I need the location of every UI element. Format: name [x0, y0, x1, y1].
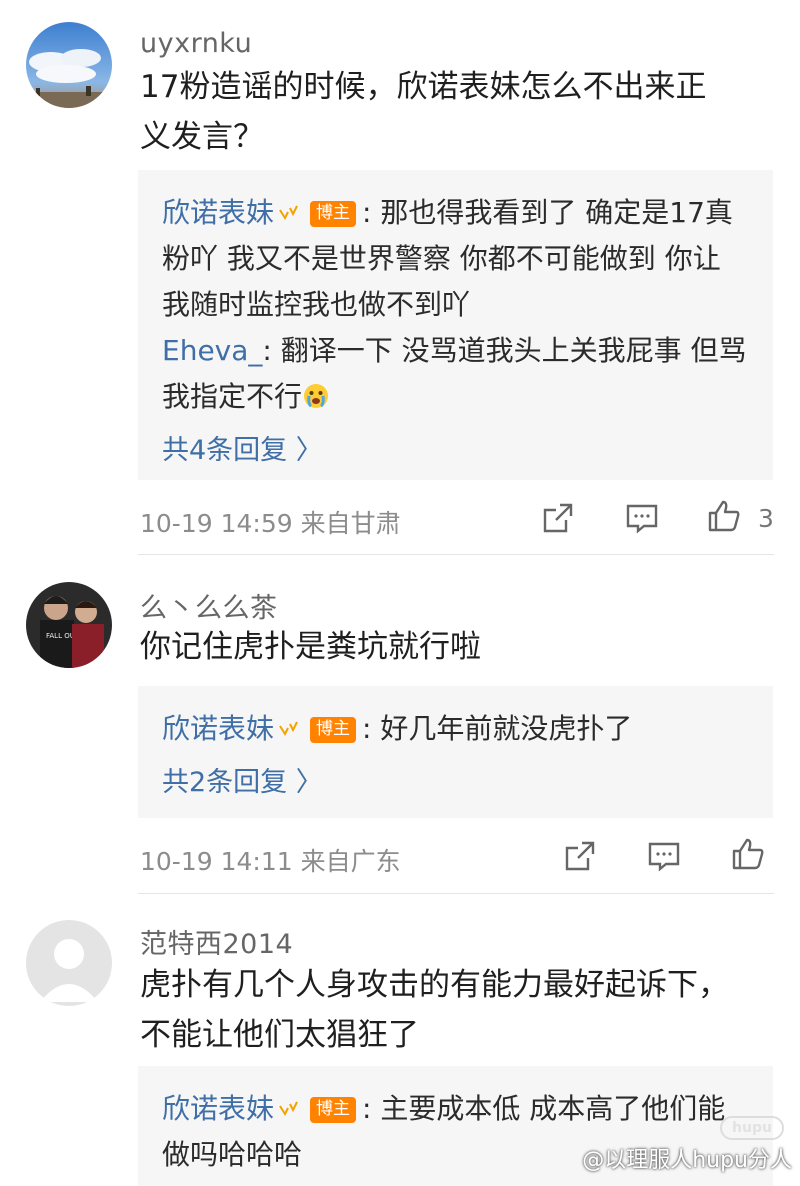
comment-text: 虎扑有几个人身攻击的有能力最好起诉下， 不能让他们太猖狂了	[140, 960, 770, 1060]
comment-item: uyxrnku 17粉造谣的时候，欣诺表妹怎么不出来正 义发言？ 欣诺表妹 博主:…	[0, 0, 800, 560]
comment-username[interactable]: 范特西2014	[140, 922, 293, 961]
comment-text-line: 你记住虎扑是粪坑就行啦	[140, 629, 481, 665]
comment-text-line: 17粉造谣的时候，欣诺表妹怎么不出来正	[140, 69, 707, 105]
crying-emoji-icon	[304, 384, 329, 408]
comment-icon[interactable]	[624, 500, 660, 536]
divider	[138, 554, 774, 555]
like-count: 3	[758, 504, 774, 533]
reply-text: : 主要成本低 成本高了他们能	[362, 1092, 726, 1125]
reply-username[interactable]: 欣诺表妹	[162, 196, 274, 229]
share-icon[interactable]	[540, 500, 576, 536]
comment-text: 17粉造谣的时候，欣诺表妹怎么不出来正 义发言？	[140, 62, 770, 162]
reply-username[interactable]: 欣诺表妹	[162, 712, 274, 745]
comment-item: FALL OUT 么丶么么茶 你记住虎扑是粪坑就行啦 欣诺表妹 博主: 好几年前就…	[0, 560, 800, 900]
comment-username[interactable]: 么丶么么茶	[140, 586, 278, 625]
comment-meta: 10-19 14:11 来自广东	[140, 847, 401, 876]
reply-text: : 好几年前就没虎扑了	[362, 712, 633, 745]
avatar[interactable]: FALL OUT	[26, 582, 112, 668]
reply-text: : 翻译一下 没骂道我头上关我屁事 但骂	[262, 334, 747, 367]
reply-item: Eheva_: 翻译一下 没骂道我头上关我屁事 但骂	[162, 328, 751, 374]
reply-box[interactable]: 欣诺表妹 博主: 那也得我看到了 确定是17真 粉吖 我又不是世界警察 你都不可能…	[138, 170, 773, 480]
reply-username[interactable]: Eheva_	[162, 334, 262, 367]
reply-box[interactable]: 欣诺表妹 博主: 好几年前就没虎扑了 共2条回复 〉	[138, 686, 773, 818]
more-replies-link[interactable]: 共2条回复 〉	[162, 760, 751, 806]
comment-meta: 10-19 14:59 来自甘肃	[140, 509, 401, 538]
comment-text-line: 不能让他们太猖狂了	[140, 1017, 419, 1053]
reply-item: 欣诺表妹 博主: 好几年前就没虎扑了	[162, 706, 751, 752]
reply-item: 我指定不行	[162, 374, 751, 420]
reply-text: 粉吖 我又不是世界警察 你都不可能做到 你让	[162, 242, 721, 275]
reply-username[interactable]: 欣诺表妹	[162, 1092, 274, 1125]
reply-item: 欣诺表妹 博主: 主要成本低 成本高了他们能	[162, 1086, 751, 1132]
verified-v-icon	[279, 205, 298, 221]
comment-text-line: 虎扑有几个人身攻击的有能力最好起诉下，	[140, 967, 729, 1003]
reply-text: 我随时监控我也做不到吖	[162, 288, 471, 321]
share-icon[interactable]	[562, 838, 598, 874]
like-icon[interactable]	[706, 498, 742, 534]
hupu-logo: hupu	[720, 1116, 784, 1140]
avatar[interactable]	[26, 920, 112, 1006]
watermark: @以理服人hupu分人	[582, 1148, 792, 1173]
comment-username[interactable]: uyxrnku	[140, 28, 252, 59]
verified-v-icon	[279, 721, 298, 737]
more-replies-link[interactable]: 共4条回复 〉	[162, 428, 751, 474]
like-icon[interactable]	[730, 836, 766, 872]
reply-item: 欣诺表妹 博主: 那也得我看到了 确定是17真	[162, 190, 751, 236]
reply-text: 我指定不行	[162, 380, 303, 413]
reply-text: : 那也得我看到了 确定是17真	[362, 196, 733, 229]
comment-icon[interactable]	[646, 838, 682, 874]
blogger-badge: 博主	[310, 717, 357, 743]
avatar[interactable]	[26, 22, 112, 108]
comment-text-line: 义发言？	[140, 119, 264, 155]
blogger-badge: 博主	[310, 201, 357, 227]
blogger-badge: 博主	[310, 1097, 357, 1123]
comment-text: 你记住虎扑是粪坑就行啦	[140, 622, 770, 672]
divider	[138, 893, 774, 894]
verified-v-icon	[279, 1101, 298, 1117]
